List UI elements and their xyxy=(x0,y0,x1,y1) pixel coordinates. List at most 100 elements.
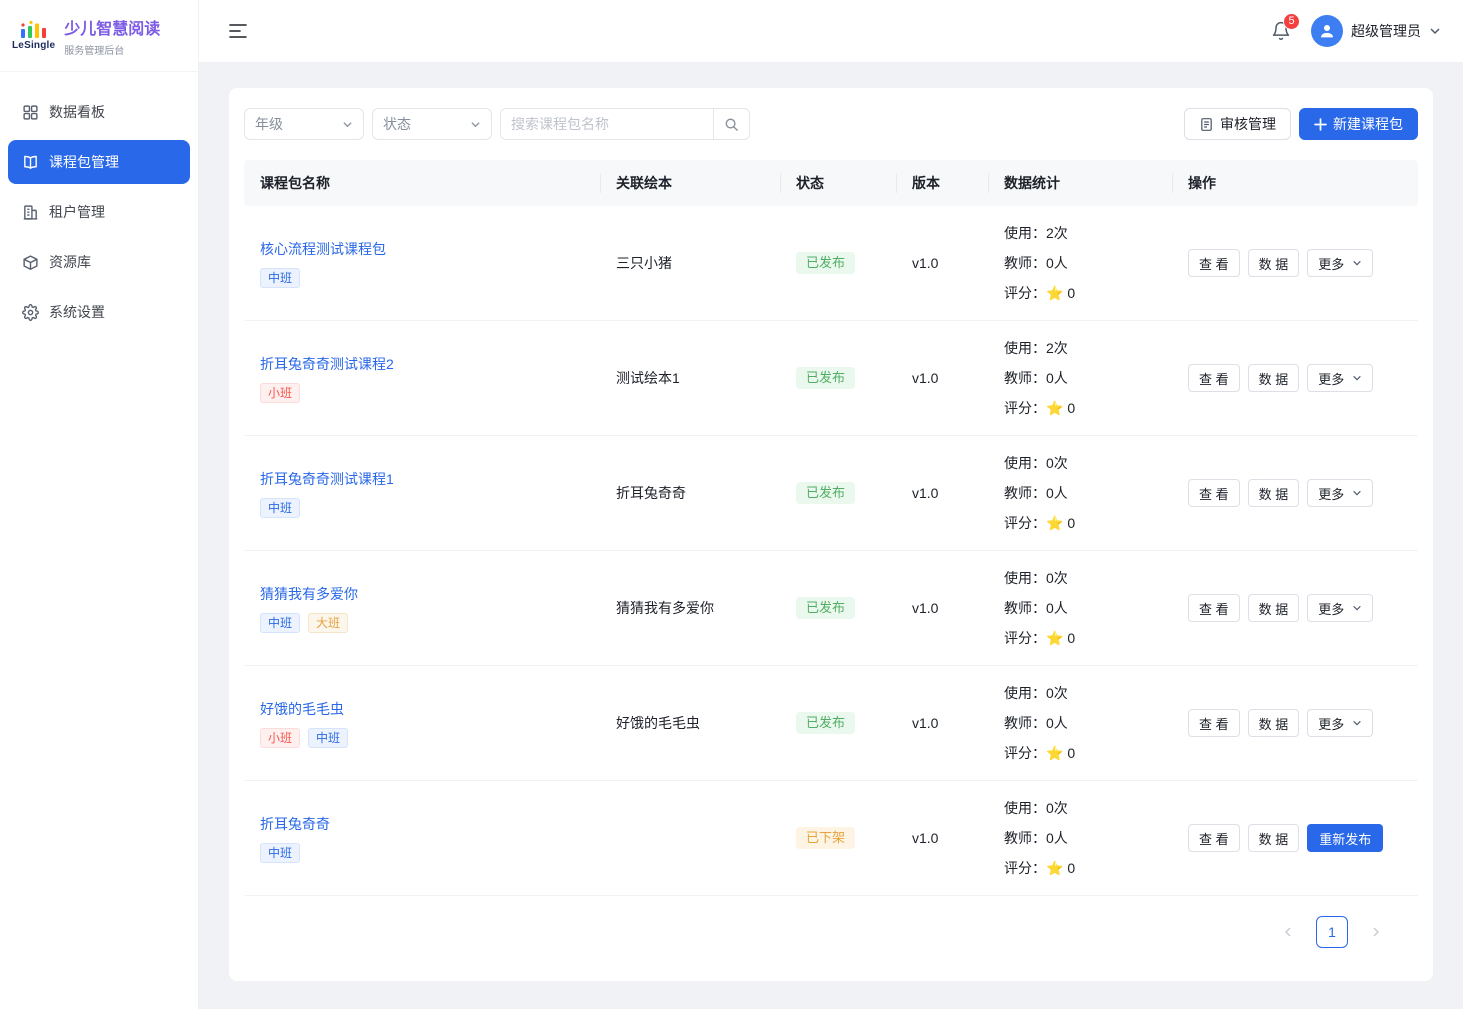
sidebar-item-label: 数据看板 xyxy=(49,102,105,122)
more-button[interactable]: 更多 xyxy=(1307,249,1373,277)
book-name: 三只小猪 xyxy=(600,253,780,273)
grade-tag: 小班 xyxy=(260,728,300,748)
usage-line: 使用：2次 xyxy=(1004,218,1156,248)
teachers-line: 教师：0人 xyxy=(1004,248,1156,278)
course-package-table: 课程包名称 关联绘本 状态 版本 数据统计 操作 核心流程测试课程包 中班 三只… xyxy=(244,160,1418,896)
republish-button[interactable]: 重新发布 xyxy=(1307,824,1383,852)
usage-line: 使用：2次 xyxy=(1004,333,1156,363)
course-name-link[interactable]: 猜猜我有多爱你 xyxy=(260,584,358,604)
version-value: v1.0 xyxy=(896,600,988,616)
status-cell: 已下架 xyxy=(780,827,896,849)
filter-toolbar: 年级 状态 审核管理 xyxy=(244,108,1418,140)
review-management-button[interactable]: 审核管理 xyxy=(1184,108,1291,140)
table-body: 核心流程测试课程包 中班 三只小猪 已发布 v1.0 使用：2次 教师：0人 评… xyxy=(244,206,1418,896)
table-row: 核心流程测试课程包 中班 三只小猪 已发布 v1.0 使用：2次 教师：0人 评… xyxy=(244,206,1418,321)
sidebar-item-label: 系统设置 xyxy=(49,302,105,322)
usage-line: 使用：0次 xyxy=(1004,563,1156,593)
more-button[interactable]: 更多 xyxy=(1307,594,1373,622)
grade-tags: 中班 xyxy=(260,268,300,288)
logo-bars-icon xyxy=(19,20,49,39)
data-button[interactable]: 数 据 xyxy=(1248,594,1300,622)
more-label: 更多 xyxy=(1318,369,1344,388)
actions-cell: 查 看 数 据 更多 xyxy=(1172,594,1418,622)
status-select[interactable]: 状态 xyxy=(372,108,492,140)
view-button[interactable]: 查 看 xyxy=(1188,824,1240,852)
grade-tags: 中班 xyxy=(260,843,300,863)
data-button[interactable]: 数 据 xyxy=(1248,709,1300,737)
stats-cell: 使用：0次 教师：0人 评分：⭐ 0 xyxy=(988,563,1172,653)
search-input[interactable] xyxy=(501,109,713,139)
page-1-button[interactable]: 1 xyxy=(1316,916,1348,948)
grade-select[interactable]: 年级 xyxy=(244,108,364,140)
tenant-icon xyxy=(22,204,39,221)
column-header-version: 版本 xyxy=(896,173,988,193)
actions-cell: 查 看 数 据 重新发布 xyxy=(1172,824,1418,852)
rating-line: 评分：⭐ 0 xyxy=(1004,278,1156,308)
more-button[interactable]: 更多 xyxy=(1307,709,1373,737)
view-button[interactable]: 查 看 xyxy=(1188,709,1240,737)
sidebar-item-label: 租户管理 xyxy=(49,202,105,222)
course-name-link[interactable]: 折耳兔奇奇 xyxy=(260,814,330,834)
logo: LeSingle xyxy=(12,20,55,51)
status-badge: 已下架 xyxy=(796,827,855,849)
course-package-card: 年级 状态 审核管理 xyxy=(229,88,1433,981)
actions-cell: 查 看 数 据 更多 xyxy=(1172,364,1418,392)
notification-badge: 5 xyxy=(1283,13,1300,30)
data-button[interactable]: 数 据 xyxy=(1248,249,1300,277)
search-icon xyxy=(724,117,739,132)
sidebar-item-tenants[interactable]: 租户管理 xyxy=(8,190,190,234)
next-page-button[interactable] xyxy=(1360,916,1392,948)
sidebar-collapse-button[interactable] xyxy=(229,23,247,39)
rating-line: 评分：⭐ 0 xyxy=(1004,738,1156,768)
table-header: 课程包名称 关联绘本 状态 版本 数据统计 操作 xyxy=(244,160,1418,206)
create-course-package-label: 新建课程包 xyxy=(1333,114,1403,134)
sidebar-item-dashboard[interactable]: 数据看板 xyxy=(8,90,190,134)
stats-cell: 使用：0次 教师：0人 评分：⭐ 0 xyxy=(988,678,1172,768)
more-button[interactable]: 更多 xyxy=(1307,479,1373,507)
prev-page-button[interactable] xyxy=(1272,916,1304,948)
grade-select-value: 年级 xyxy=(255,114,283,134)
chevron-down-icon xyxy=(1429,25,1441,37)
sidebar-item-resources[interactable]: 资源库 xyxy=(8,240,190,284)
chevron-down-icon xyxy=(1352,488,1362,498)
sidebar-item-course-packages[interactable]: 课程包管理 xyxy=(8,140,190,184)
topbar-right: 5 超级管理员 xyxy=(1271,15,1441,47)
status-cell: 已发布 xyxy=(780,482,896,504)
version-value: v1.0 xyxy=(896,255,988,271)
main-area: 5 超级管理员 年级 xyxy=(199,0,1463,1009)
rating-line: 评分：⭐ 0 xyxy=(1004,508,1156,538)
user-icon xyxy=(1318,22,1336,40)
course-name-link[interactable]: 核心流程测试课程包 xyxy=(260,239,386,259)
notifications-button[interactable]: 5 xyxy=(1271,21,1291,41)
view-button[interactable]: 查 看 xyxy=(1188,364,1240,392)
stats-cell: 使用：2次 教师：0人 评分：⭐ 0 xyxy=(988,218,1172,308)
view-button[interactable]: 查 看 xyxy=(1188,594,1240,622)
data-button[interactable]: 数 据 xyxy=(1248,824,1300,852)
grade-tag: 中班 xyxy=(260,613,300,633)
sidebar-item-settings[interactable]: 系统设置 xyxy=(8,290,190,334)
more-label: 更多 xyxy=(1318,599,1344,618)
grade-tags: 中班大班 xyxy=(260,613,348,633)
more-button[interactable]: 更多 xyxy=(1307,364,1373,392)
chevron-down-icon xyxy=(1352,718,1362,728)
status-cell: 已发布 xyxy=(780,367,896,389)
sidebar: LeSingle 少儿智慧阅读 服务管理后台 数据看板 课程包管理 xyxy=(0,0,199,1009)
column-header-stats: 数据统计 xyxy=(988,173,1172,193)
view-button[interactable]: 查 看 xyxy=(1188,249,1240,277)
view-button[interactable]: 查 看 xyxy=(1188,479,1240,507)
course-name-link[interactable]: 折耳兔奇奇测试课程2 xyxy=(260,354,394,374)
grade-tag: 中班 xyxy=(260,268,300,288)
data-button[interactable]: 数 据 xyxy=(1248,364,1300,392)
app-subtitle: 服务管理后台 xyxy=(64,42,160,57)
course-name-link[interactable]: 折耳兔奇奇测试课程1 xyxy=(260,469,394,489)
create-course-package-button[interactable]: 新建课程包 xyxy=(1299,108,1418,140)
version-value: v1.0 xyxy=(896,830,988,846)
status-badge: 已发布 xyxy=(796,252,855,274)
topbar: 5 超级管理员 xyxy=(199,0,1463,62)
search-button[interactable] xyxy=(713,109,749,139)
brand-name: LeSingle xyxy=(12,40,55,51)
user-menu[interactable]: 超级管理员 xyxy=(1311,15,1441,47)
dashboard-icon xyxy=(22,104,39,121)
data-button[interactable]: 数 据 xyxy=(1248,479,1300,507)
course-name-link[interactable]: 好饿的毛毛虫 xyxy=(260,699,344,719)
